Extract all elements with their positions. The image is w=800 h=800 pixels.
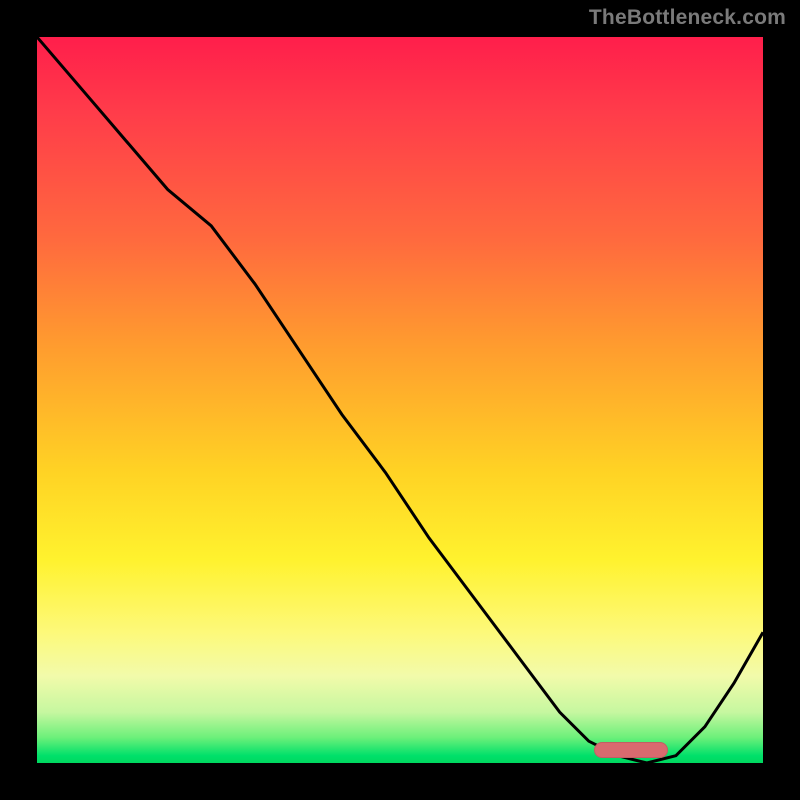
bottleneck-curve xyxy=(37,37,763,763)
bottleneck-curve-path xyxy=(37,37,763,763)
optimal-range-marker xyxy=(594,742,668,758)
plot-area xyxy=(37,37,763,763)
attribution-label: TheBottleneck.com xyxy=(589,6,786,30)
chart-frame: TheBottleneck.com xyxy=(0,0,800,800)
